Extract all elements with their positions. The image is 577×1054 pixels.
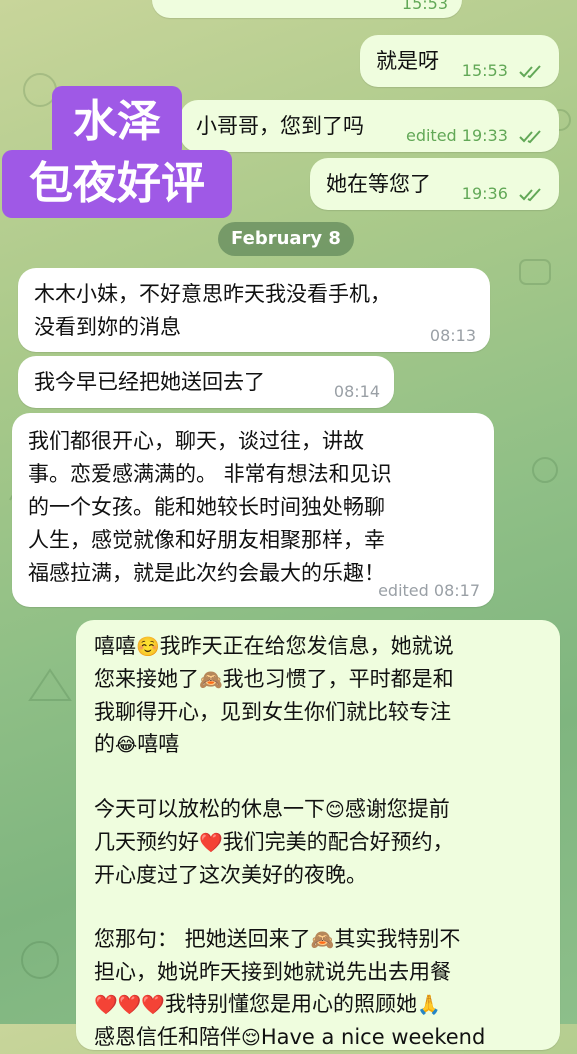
message-bubble-outgoing[interactable]: 就是呀 15:53: [360, 35, 559, 87]
message-text-line: 的一个女孩。能和她较长时间独处畅聊: [28, 495, 385, 519]
message-time: 08:13: [429, 326, 476, 345]
read-check-icon: [519, 64, 541, 78]
message-bubble-outgoing[interactable]: 她在等您了 19:36: [310, 158, 559, 210]
message-time: 08:14: [333, 382, 380, 401]
message-text-line: 嘻嘻☺️我昨天正在给您发信息，她就说: [94, 634, 454, 658]
message-bubble-incoming[interactable]: 我今早已经把她送回去了 08:14: [18, 356, 394, 408]
message-time: 15:53: [401, 0, 448, 13]
date-divider: February 8: [218, 222, 354, 256]
heart-emoji-icon: ❤️: [94, 994, 118, 1016]
heart-emoji-icon: ❤️: [141, 994, 166, 1016]
read-check-icon: [519, 187, 541, 201]
message-text-line: 木木小妹，不好意思昨天我没看手机，: [34, 282, 391, 306]
message-bubble-partial[interactable]: 15:53: [152, 0, 462, 18]
message-text-line: 事。恋爱感满满的。 非常有想法和见识: [28, 462, 392, 486]
see-no-evil-monkey-icon: 🙈: [199, 669, 223, 691]
smile-emoji-icon: 😊: [325, 799, 345, 821]
message-text: 我今早已经把她送回去了: [34, 370, 265, 394]
message-time: edited 19:33: [406, 126, 545, 146]
message-text-line: 的😂嘻嘻: [94, 732, 180, 756]
message-time: edited 08:17: [378, 581, 480, 600]
heart-emoji-icon: ❤️: [117, 994, 142, 1016]
message-text-line: 您那句： 把她送回来了🙈其实我特别不: [94, 927, 461, 951]
smile-blush-emoji-icon: ☺️: [136, 636, 160, 658]
message-text-line: 担心，她说昨天接到她就说先出去用餐: [94, 960, 451, 984]
message-bubble-outgoing[interactable]: 小哥哥，您到了吗 edited 19:33: [180, 100, 559, 152]
message-text: 小哥哥，您到了吗: [196, 114, 364, 138]
message-time: 15:53: [462, 61, 545, 81]
laughing-emoji-icon: 😂: [115, 734, 138, 756]
message-bubble-outgoing[interactable]: 嘻嘻☺️我昨天正在给您发信息，她就说 您来接她了🙈我也习惯了，平时都是和 我聊得…: [76, 620, 560, 1050]
message-text-line: 我们都很开心，聊天，谈过往，讲故: [28, 429, 364, 453]
message-bubble-incoming[interactable]: 我们都很开心，聊天，谈过往，讲故 事。恋爱感满满的。 非常有想法和见识 的一个女…: [12, 413, 494, 607]
message-text-line: 开心度过了这次美好的夜晚。: [94, 863, 367, 887]
message-bubble-incoming[interactable]: 木木小妹，不好意思昨天我没看手机， 没看到妳的消息 08:13: [18, 268, 490, 352]
heart-emoji-icon: ❤️: [199, 832, 223, 854]
pray-emoji-icon: 🙏: [417, 994, 441, 1016]
relieved-emoji-icon: 😌: [241, 1027, 261, 1049]
message-text-line: 今天可以放松的休息一下😊感谢您提前: [94, 797, 450, 821]
message-text-line: ❤️❤️❤️我特别懂您是用心的照顾她🙏: [94, 992, 441, 1016]
read-check-icon: [519, 129, 541, 143]
message-time: 19:36: [462, 184, 545, 204]
watermark-badge-bottom: 包夜好评: [2, 150, 232, 218]
message-text-line: 没看到妳的消息: [34, 315, 181, 339]
message-text: 她在等您了: [326, 172, 431, 196]
watermark-text: 水泽: [73, 96, 161, 147]
message-text-line: 感恩信任和陪伴😌Have a nice weekend: [94, 1025, 486, 1049]
message-text-line: 几天预约好❤️我们完美的配合好预约，: [94, 830, 454, 854]
message-text-line: 您来接她了🙈我也习惯了，平时都是和: [94, 667, 454, 691]
message-text: 就是呀: [376, 49, 439, 73]
watermark-badge-top: 水泽: [52, 86, 182, 158]
message-text-line: 人生，感觉就像和好朋友相聚那样，幸: [28, 528, 385, 552]
watermark-text: 包夜好评: [29, 158, 205, 209]
see-no-evil-monkey-icon: 🙈: [310, 929, 335, 951]
message-text-line: 我聊得开心，见到女生你们就比较专注: [94, 700, 451, 724]
